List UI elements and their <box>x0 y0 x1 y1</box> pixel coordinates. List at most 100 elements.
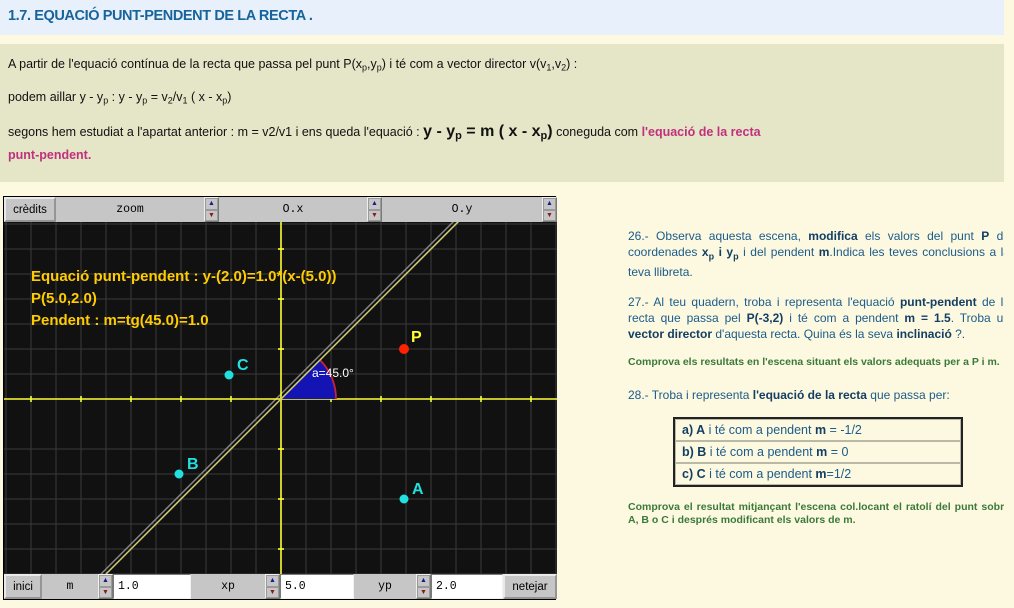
angle-label: a=45.0° <box>312 366 354 380</box>
answer-option-0: a) A i té com a pendent m = -1/2 <box>675 419 961 442</box>
answer-slope-symbol: m <box>814 423 827 438</box>
applet-bottom-toolbar[interactable]: inici m ▲ ▼ 1.0 xp ▲ ▼ 5.0 yp ▲ ▼ 2.0 ne… <box>4 574 557 599</box>
theory-highlight-2: punt-pendent. <box>8 148 92 162</box>
text-run-0: 26.- Observa aquesta escena, <box>628 229 809 243</box>
m-input[interactable]: 1.0 <box>113 574 191 599</box>
answer-options-box: a) A i té com a pendent m = -1/2 b) B i t… <box>673 417 963 488</box>
text-run-1: punt-pendent <box>899 295 977 310</box>
text-run-7: yp <box>726 245 739 262</box>
page-title-bar: 1.7. EQUACIÓ PUNT-PENDENT DE LA RECTA . <box>0 0 1004 35</box>
theory-line-2: podem aillar y - yp : y - yp = v2/v1 ( x… <box>8 90 231 106</box>
theory-line-3: segons hem estudiat a l'apartat anterior… <box>8 123 761 142</box>
text-run-1: l'equació de la recta <box>752 388 867 403</box>
theory-line-1-d: ,v <box>551 57 562 71</box>
xp-spinner-down[interactable]: ▼ <box>266 586 279 598</box>
theory-line-4: punt-pendent. <box>8 148 91 162</box>
point-P-marker[interactable] <box>399 344 409 354</box>
xp-spinner[interactable]: ▲ ▼ <box>265 574 280 599</box>
exercise-27: 27.- Al teu quadern, troba i representa … <box>628 294 1010 342</box>
theory-block: A partir de l'equació contínua de la rec… <box>0 44 1004 182</box>
right-margin-strip <box>1004 0 1014 608</box>
point-A-label: A <box>412 481 424 498</box>
answer-slope-value: = -1/2 <box>826 423 862 438</box>
overlay-slope-line: Pendent : m=tg(45.0)=1.0 <box>31 312 209 329</box>
point-B-marker[interactable] <box>174 469 184 479</box>
netejar-button[interactable]: netejar <box>503 574 557 599</box>
exercise-27-note: Comprova els resultats en l'escena situa… <box>628 356 1000 369</box>
ox-spinner[interactable]: ▲ ▼ <box>367 197 382 222</box>
exercise-28: 28.- Troba i representa l'equació de la … <box>628 387 1010 403</box>
theory-line-1-a: A partir de l'equació contínua de la rec… <box>8 57 363 71</box>
text-run-3: P(-3,2) <box>746 311 784 326</box>
oy-spinner[interactable]: ▲ ▼ <box>542 197 557 222</box>
exercise-26: 26.- Observa aquesta escena, modifica el… <box>628 228 1010 280</box>
text-run-2: els valors del punt <box>857 229 982 243</box>
footer-note: Comprova el resultat mitjançant l'escena… <box>628 501 1010 527</box>
ox-spinner-up[interactable]: ▲ <box>368 198 381 210</box>
yp-input[interactable]: 2.0 <box>431 574 503 599</box>
text-run-6: i <box>714 245 727 259</box>
overlay-point-line: P(5.0,2.0) <box>31 290 97 307</box>
point-C-label: C <box>237 357 249 374</box>
eq-b: = m ( x - x <box>461 123 541 140</box>
zoom-spinner-up[interactable]: ▲ <box>205 198 218 210</box>
theory-line-2-e: ( x - x <box>187 90 223 104</box>
m-spinner-up[interactable]: ▲ <box>99 575 112 587</box>
m-spinner-down[interactable]: ▼ <box>99 586 112 598</box>
yp-spinner-down[interactable]: ▼ <box>417 586 430 598</box>
m-spinner[interactable]: ▲ ▼ <box>98 574 113 599</box>
text-run-9: m <box>818 245 830 259</box>
yp-label: yp <box>354 574 416 599</box>
point-C-marker[interactable] <box>224 370 234 380</box>
oy-spinner-up[interactable]: ▲ <box>543 198 556 210</box>
theory-line-2-f: ) <box>227 90 232 104</box>
text-run-8: d'aquesta recta. Quina és la seva <box>712 327 897 342</box>
theory-line-2-c: = v <box>147 90 168 104</box>
theory-equation: y - yp = m ( x - xp) <box>423 123 553 142</box>
credits-button[interactable]: crèdits <box>4 197 56 222</box>
answer-point: C <box>696 467 706 482</box>
yp-spinner-up[interactable]: ▲ <box>417 575 430 587</box>
theory-highlight-1: l'equació de la recta <box>641 125 761 139</box>
oy-spinner-down[interactable]: ▼ <box>543 209 556 221</box>
answer-letter: c) <box>682 467 697 482</box>
answer-text: i té com a pendent <box>705 467 816 482</box>
theory-line-2-b: : y - y <box>108 90 143 104</box>
answer-slope-symbol: m <box>816 445 828 460</box>
theory-line-3-a: segons hem estudiat a l'apartat anterior… <box>8 125 424 139</box>
answer-option-1: b) B i té com a pendent m = 0 <box>675 441 961 464</box>
eq-a: y - y <box>423 123 456 140</box>
theory-line-3-b: coneguda com <box>552 125 642 139</box>
theory-line-2-a: podem aillar y - y <box>8 90 104 104</box>
zoom-spinner[interactable]: ▲ ▼ <box>204 197 219 222</box>
geometry-applet[interactable]: crèdits zoom ▲ ▼ O.x ▲ ▼ O.y ▲ ▼ Equació… <box>3 196 557 600</box>
xp-input[interactable]: 5.0 <box>280 574 354 599</box>
answer-text: i té com a pendent <box>705 423 815 438</box>
answer-slope-value: =1/2 <box>826 467 852 482</box>
text-run-5: xp <box>701 245 715 262</box>
graph-svg[interactable]: Equació punt-pendent : y-(2.0)=1.0*(x-(5… <box>4 222 557 574</box>
oy-label: O.y <box>382 197 542 222</box>
point-P-label: P <box>411 329 422 346</box>
point-B-label: B <box>187 456 199 473</box>
inici-button[interactable]: inici <box>4 574 42 599</box>
answer-point: A <box>696 423 706 438</box>
answer-point: B <box>697 445 707 460</box>
point-A-marker[interactable] <box>399 494 409 504</box>
zoom-label: zoom <box>56 197 204 222</box>
answer-slope-symbol: m <box>815 467 827 482</box>
theory-line-1: A partir de l'equació contínua de la rec… <box>8 57 577 73</box>
xp-label: xp <box>191 574 265 599</box>
ox-spinner-down[interactable]: ▼ <box>368 209 381 221</box>
graph-canvas[interactable]: Equació punt-pendent : y-(2.0)=1.0*(x-(5… <box>4 222 557 574</box>
xp-spinner-up[interactable]: ▲ <box>266 575 279 587</box>
text-run-4: i té com a pendent <box>783 311 905 326</box>
answer-option-2: c) C i té com a pendent m=1/2 <box>675 463 961 486</box>
yp-spinner[interactable]: ▲ ▼ <box>416 574 431 599</box>
applet-top-toolbar[interactable]: crèdits zoom ▲ ▼ O.x ▲ ▼ O.y ▲ ▼ <box>4 197 557 222</box>
answer-letter: a) <box>682 423 697 438</box>
answer-text: i té com a pendent <box>706 445 817 460</box>
zoom-spinner-down[interactable]: ▼ <box>205 209 218 221</box>
m-label: m <box>42 574 98 599</box>
theory-line-1-b: ,y <box>367 57 377 71</box>
